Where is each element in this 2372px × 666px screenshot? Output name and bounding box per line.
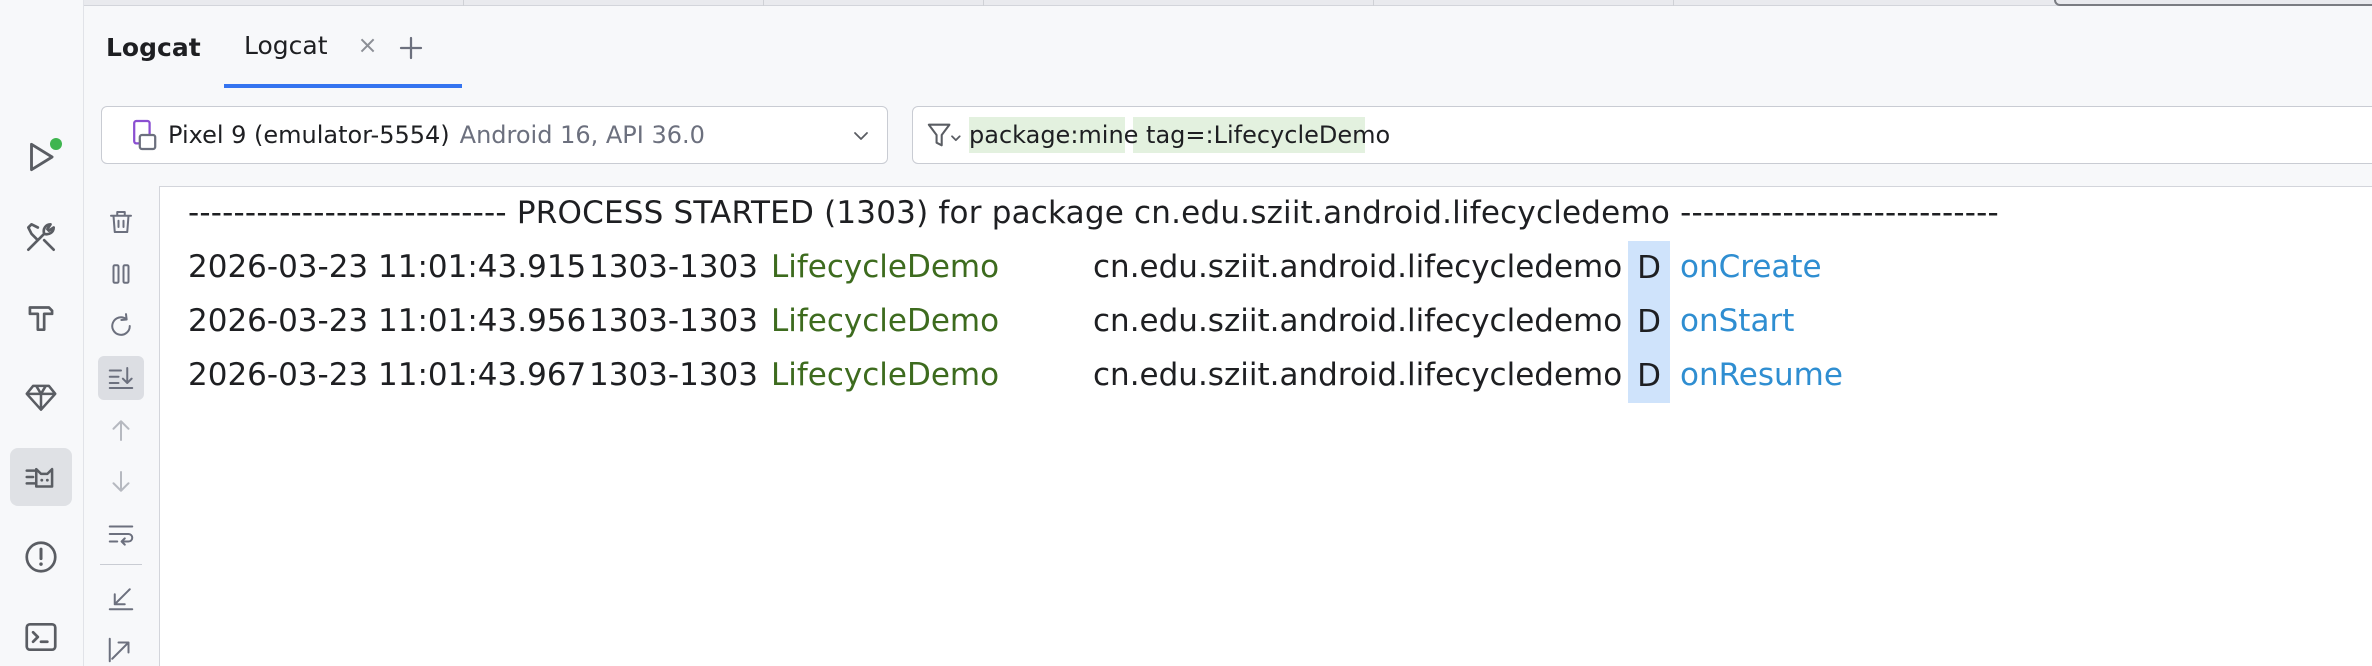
android-studio-window: Logcat Logcat × Pixel 9 (emulator-5554) … [0,0,2372,666]
log-row[interactable]: 2026-03-23 11:01:43.956 1303-1303 Lifecy… [160,295,2372,349]
problems-tool-button[interactable] [10,528,72,586]
run-tool-button[interactable] [10,128,72,186]
log-row[interactable]: 2026-03-23 11:01:43.915 1303-1303 Lifecy… [160,241,2372,295]
build-tools-icon [26,222,56,252]
soft-wrap-icon [108,525,134,546]
log-level-badge: D [1628,349,1670,403]
toolbar-separator [100,564,142,565]
next-occurrence-button[interactable] [98,460,144,504]
hammer-icon [28,306,54,332]
log-timestamp: 2026-03-23 11:01:43.956 [188,303,587,339]
restart-logcat-button[interactable] [98,304,144,348]
tool-window-title: Logcat [106,33,201,62]
log-pid-tid: 1303-1303 [589,249,758,285]
device-selector[interactable]: Pixel 9 (emulator-5554) Android 16, API … [101,106,888,164]
logcat-toolbar [84,186,160,666]
build-variants-button[interactable] [10,208,72,266]
log-pid-tid: 1303-1303 [589,303,758,339]
logcat-icon [25,467,54,488]
filter-icon[interactable] [925,119,961,151]
plus-icon [399,36,423,60]
pause-icon [112,264,130,284]
log-message: onResume [1680,357,1843,393]
terminal-tool-button[interactable] [10,608,72,666]
scroll-to-end-toggle[interactable] [98,356,144,400]
tool-window-header: Logcat Logcat × [84,6,2372,88]
logcat-output[interactable]: ---------------------------- PROCESS STA… [160,186,2372,666]
log-level-badge: D [1628,295,1670,349]
gem-icon [25,384,57,411]
collapse-icon [108,588,134,611]
log-package: cn.edu.sziit.android.lifecycledemo [1093,357,1623,393]
log-tag: LifecycleDemo [771,303,1000,339]
expand-button[interactable] [98,628,144,666]
gem-tool-button[interactable] [10,368,72,426]
device-os-version: Android 16, API 36.0 [459,121,705,149]
tab-close-icon[interactable]: × [358,33,378,57]
log-pid-tid: 1303-1303 [589,357,758,393]
terminal-icon [25,622,57,652]
previous-occurrence-button[interactable] [98,408,144,452]
log-message: onCreate [1680,249,1822,285]
log-package: cn.edu.sziit.android.lifecycledemo [1093,303,1623,339]
logcat-filter [912,106,2372,164]
clear-logcat-button[interactable] [98,200,144,244]
arrow-up-icon [112,420,130,441]
scroll-to-end-icon [108,367,134,389]
log-package: cn.edu.sziit.android.lifecycledemo [1093,249,1623,285]
chevron-down-icon [854,132,868,140]
logcat-tool-button[interactable] [10,448,72,506]
filter-query-input[interactable] [969,115,2349,155]
log-row[interactable]: 2026-03-23 11:01:43.967 1303-1303 Lifecy… [160,349,2372,403]
problems-icon [25,541,57,573]
log-tag: LifecycleDemo [771,357,1000,393]
left-tool-bar [0,0,84,666]
restart-icon [111,313,131,336]
trash-icon [110,211,132,233]
log-tag: LifecycleDemo [771,249,1000,285]
expand-icon [108,637,130,663]
device-icon [133,119,157,151]
log-timestamp: 2026-03-23 11:01:43.967 [188,357,587,393]
device-name: Pixel 9 (emulator-5554) [168,121,450,149]
soft-wrap-button[interactable] [98,512,144,556]
collapse-button[interactable] [98,576,144,620]
log-level-badge: D [1628,241,1670,295]
log-timestamp: 2026-03-23 11:01:43.915 [188,249,587,285]
run-status-dot [50,138,62,150]
tab-logcat-label: Logcat [244,30,328,60]
arrow-down-icon [112,471,130,492]
new-tab-button[interactable] [389,26,433,70]
process-started-header: ---------------------------- PROCESS STA… [188,195,1999,231]
pause-logcat-button[interactable] [98,252,144,296]
log-message: onStart [1680,303,1795,339]
build-button[interactable] [10,288,72,346]
